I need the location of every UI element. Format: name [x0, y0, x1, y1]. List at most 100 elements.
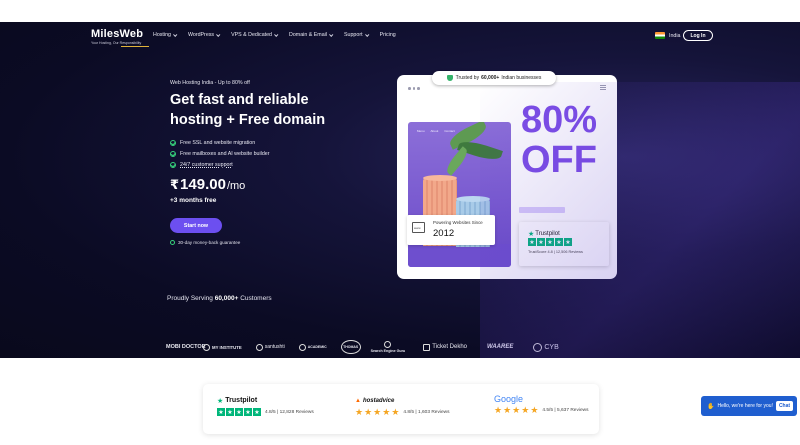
menu-item-vps-dedicated[interactable]: VPS & Dedicated	[231, 32, 279, 38]
chevron-down-icon	[216, 32, 221, 37]
rating-reviews: 1,603	[417, 409, 430, 415]
price-period: /mo	[226, 180, 246, 192]
top-navigation: MilesWeb Your Hosting, Our Responsibilit…	[0, 22, 800, 52]
price-amount: 149.00	[180, 176, 226, 193]
feature-list: Free SSL and website migration Free mail…	[170, 137, 325, 170]
client-logo: THOMAS	[340, 340, 361, 354]
star-icon: ★	[564, 238, 572, 246]
price: ₹ 149.00 /mo	[170, 176, 325, 193]
chat-widget[interactable]: ✋ Hello, we're here for you! Chat	[701, 396, 797, 416]
region-label: India	[669, 32, 681, 39]
region-selector[interactable]: India	[655, 32, 681, 39]
decorative-bar	[519, 207, 565, 213]
logo-underline	[121, 46, 149, 47]
feature-text: 24/7 customer support	[180, 161, 233, 168]
client-logos: MOBI DOCTOR MY INSTITUTE santushti ACADE…	[166, 340, 559, 354]
star-icon: ★	[512, 405, 521, 415]
hamburger-menu-icon	[600, 85, 606, 90]
logo-mark-icon	[298, 343, 306, 351]
rating-reviews-label: Reviews	[570, 407, 589, 413]
chevron-down-icon	[274, 32, 279, 37]
mini-menu: Menu About Contact	[417, 129, 455, 133]
client-name: Search Engine Guru	[370, 349, 406, 353]
customers-suffix: Customers	[240, 295, 272, 302]
leaf-shape	[443, 146, 471, 176]
logo-tagline: Your Hosting, Our Responsibility	[91, 41, 142, 45]
chat-button[interactable]: Chat	[776, 401, 793, 411]
rating-google[interactable]: Google ★ ★ ★ ★ ★ 4.5/5 | 5,637 Reviews	[494, 393, 589, 415]
menu-item-domain-email[interactable]: Domain & Email	[289, 32, 334, 38]
client-logo: Search Engine Guru	[370, 341, 406, 353]
chevron-down-icon	[329, 32, 334, 37]
star-icon: ★	[373, 407, 382, 417]
trustpilot-logo: ★ Trustpilot	[528, 230, 560, 238]
discount-percent: 80%	[521, 99, 598, 141]
discount-word: OFF	[521, 139, 597, 181]
check-circle-icon	[170, 150, 176, 157]
customers-prefix: Proudly Serving	[167, 295, 213, 302]
feature-item: Free SSL and website migration	[170, 137, 325, 148]
menu-label: Hosting	[153, 32, 171, 38]
money-back-guarantee: 30-day money-back guarantee	[170, 240, 325, 245]
rating-brand: ▲ hostadvice	[355, 396, 449, 405]
logo-mark-icon	[203, 343, 210, 351]
check-circle-icon	[170, 139, 176, 146]
rating-reviews: 12,828	[279, 409, 295, 415]
client-name: Ticket Dekho	[432, 344, 468, 350]
price-currency: ₹	[170, 177, 180, 192]
trust-badge: Trusted by 60,000+ Indian businesses	[432, 71, 556, 85]
client-logo: santushti	[255, 343, 285, 351]
star-icon: ★	[253, 408, 261, 416]
start-now-button[interactable]: Start now	[170, 218, 222, 233]
client-name: MY INSTITUTE	[212, 344, 242, 350]
client-logo: WAAREE	[487, 344, 513, 350]
star-icon: ★	[546, 238, 554, 246]
menu-item-hosting[interactable]: Hosting	[153, 32, 178, 38]
hero-section: MilesWeb Your Hosting, Our Responsibilit…	[0, 22, 800, 358]
headline-line-2: hosting + Free domain	[170, 112, 326, 128]
price-bonus: +3 months free	[170, 197, 217, 204]
rating-trustpilot[interactable]: ★ Trustpilot ★ ★ ★ ★ ★ 4.8/5 | 12,828 Reviews	[217, 396, 314, 416]
menu-item-wordpress[interactable]: WordPress	[188, 32, 221, 38]
rating-stars: ★ ★ ★ ★ ★ 4.8/5 | 1,603 Reviews	[355, 407, 450, 417]
logo[interactable]: MilesWeb Your Hosting, Our Responsibilit…	[91, 28, 149, 47]
hero-eyebrow: Web Hosting India - Up to 80% off	[170, 80, 250, 86]
trust-count: 60,000+	[481, 75, 500, 81]
star-icon: ★	[226, 408, 234, 416]
hero-headline: Get fast and reliable hosting + Free dom…	[170, 90, 325, 130]
client-logo: MY INSTITUTE	[203, 343, 242, 351]
menu-label: VPS & Dedicated	[231, 32, 273, 38]
customers-count: 60,000+	[214, 295, 239, 302]
trustpilot-brand: Trustpilot	[535, 231, 560, 237]
star-icon: ★	[391, 407, 400, 417]
guarantee-text: 30-day money-back guarantee	[178, 240, 241, 245]
menu-item-support[interactable]: Support	[344, 32, 369, 38]
chat-message: Hello, we're here for you!	[717, 403, 773, 409]
trustpilot-stars: ★ ★ ★ ★ ★	[528, 238, 572, 246]
rating-reviews-label: Reviews	[431, 409, 450, 415]
rating-score: 4.8/5	[403, 409, 415, 415]
star-icon: ★	[503, 405, 512, 415]
star-icon: ★	[364, 407, 373, 417]
rating-score: 4.5/5	[542, 407, 554, 413]
rating-stars: ★ ★ ★ ★ ★ 4.5/5 | 5,637 Reviews	[494, 405, 589, 415]
discount-text: 80% OFF	[521, 100, 597, 180]
star-icon: ★	[537, 238, 545, 246]
feature-item: 24/7 customer support	[170, 159, 325, 170]
menu-label: Pricing	[379, 32, 396, 38]
login-button[interactable]: Log In	[683, 30, 713, 41]
rating-reviews: 5,637	[556, 407, 569, 413]
rating-brand-name: Google	[494, 393, 524, 404]
star-icon: ★	[217, 408, 225, 416]
star-icon: ★	[530, 405, 539, 415]
rating-brand-name: hostadvice	[362, 397, 395, 404]
star-icon: ★	[217, 397, 224, 405]
mini-menu-item: About	[430, 129, 439, 133]
check-circle-icon	[170, 240, 175, 245]
rating-hostadvice[interactable]: ▲ hostadvice ★ ★ ★ ★ ★ 4.8/5 | 1,603 Reviews	[355, 396, 450, 417]
menu-item-pricing[interactable]: Pricing	[380, 32, 396, 38]
trust-suffix: Indian businesses	[501, 75, 542, 81]
main-menu: Hosting WordPress VPS & Dedicated Domain…	[153, 32, 408, 38]
window-dots-icon	[408, 87, 420, 90]
chevron-down-icon	[364, 32, 369, 37]
